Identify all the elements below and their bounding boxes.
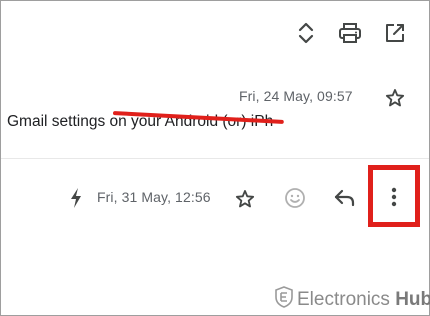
add-reaction-button[interactable]: [281, 184, 309, 212]
message-divider: [1, 158, 429, 159]
importance-marker[interactable]: [62, 184, 90, 212]
emoji-reaction-icon: [284, 187, 306, 209]
open-in-new-window-icon: [385, 23, 405, 43]
highlight-box: [368, 165, 420, 227]
watermark-text: Electronics Hub: [297, 288, 430, 310]
unfold-icon: [297, 22, 315, 44]
reply-icon: [334, 189, 356, 207]
electronics-hub-logo-icon: [275, 286, 293, 313]
email-1-date: Fri, 24 May, 09:57: [239, 88, 353, 104]
email-thread-panel: Fri, 24 May, 09:57 Gmail settings on you…: [0, 0, 430, 316]
email-2-date: Fri, 31 May, 12:56: [97, 189, 211, 205]
print-icon: [339, 23, 361, 43]
email-2-star-button[interactable]: [231, 185, 259, 213]
star-outline-icon: [234, 188, 256, 210]
open-in-new-window-button[interactable]: [381, 19, 409, 47]
expand-all-button[interactable]: [292, 19, 320, 47]
lightning-bolt-icon: [69, 187, 83, 209]
email-1-star-button[interactable]: [381, 84, 409, 112]
print-all-button[interactable]: [336, 19, 364, 47]
star-outline-icon: [384, 87, 406, 109]
watermark: Electronics Hub: [275, 286, 430, 313]
reply-button[interactable]: [331, 184, 359, 212]
